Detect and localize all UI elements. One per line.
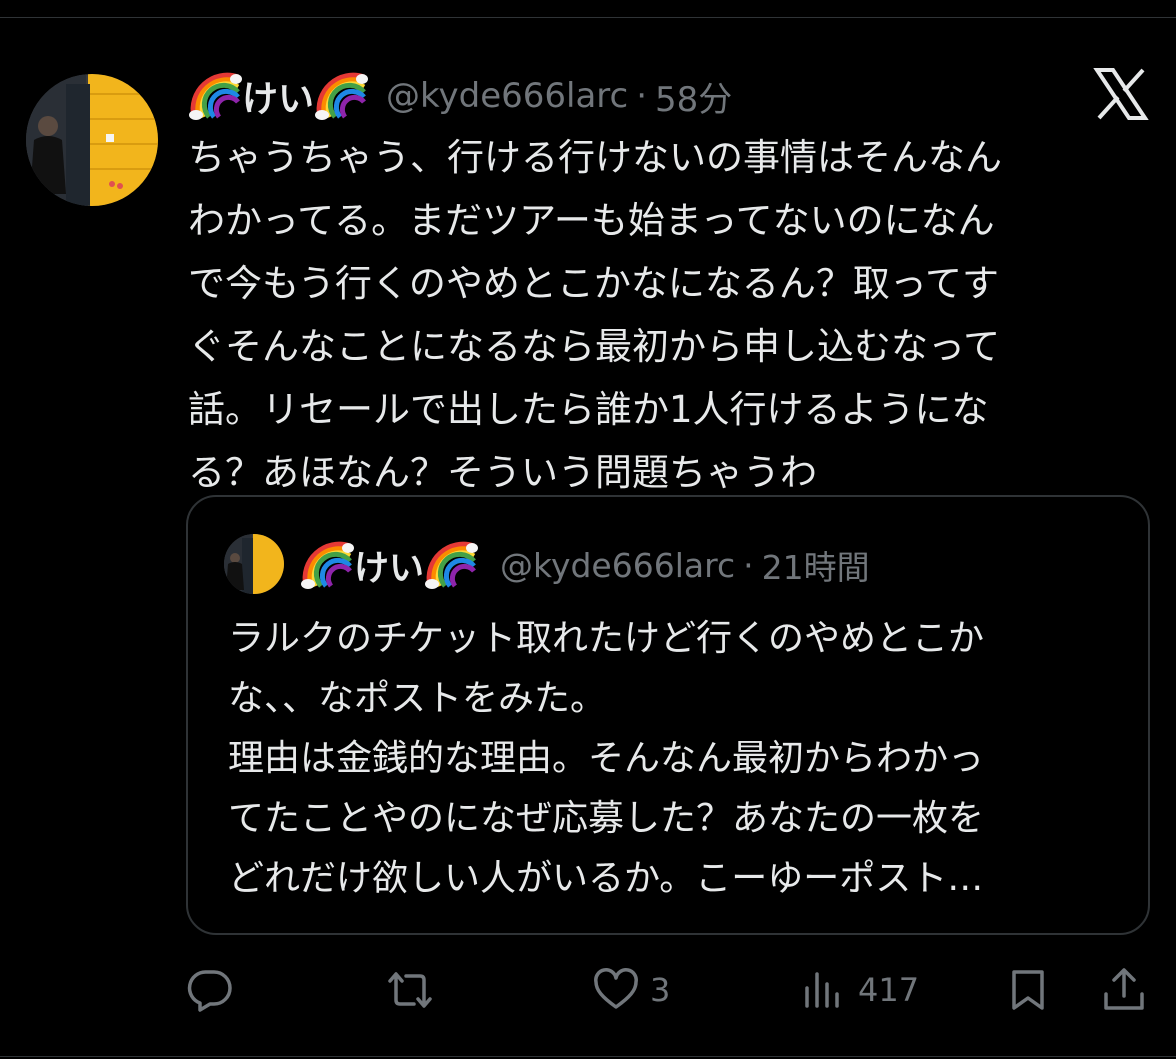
repost-icon [388,972,432,1008]
separator-dot: · [743,545,754,585]
quoted-author-avatar[interactable] [224,534,284,594]
tweet-text: ちゃうちゃう、行ける行けないの事情はそんなん わかってる。まだツアーも始まってな… [188,136,1002,494]
like-count: 3 [650,971,671,1009]
repost-button[interactable] [386,960,434,1020]
user-handle[interactable]: @kyde666larc [386,76,628,116]
rainbow-emoji-icon [424,540,479,590]
views-icon [805,972,839,1008]
top-divider [0,17,1176,18]
quoted-tweet-header: けい @kyde666larc · 21時間 [300,535,870,595]
action-bar: 3 417 [186,960,1152,1020]
display-name-text: けい [242,79,315,120]
share-button[interactable] [1100,960,1148,1020]
view-count: 417 [858,971,920,1009]
separator-dot: · [636,76,648,116]
quoted-tweet-card[interactable]: けい @kyde666larc · 21時間 ラルクのチケット取れたけど行くのや… [186,495,1150,935]
quoted-timestamp[interactable]: 21時間 [762,541,870,589]
quoted-display-name[interactable]: けい [300,540,479,591]
share-icon [1104,968,1144,1010]
bookmark-button[interactable] [1004,960,1052,1020]
tweet-header: けい @kyde666larc · 58分 [188,66,732,126]
quoted-tweet-text: ラルクのチケット取れたけど行くのやめとこか な、、なポストをみた。 理由は金銭的… [228,618,985,899]
author-avatar[interactable] [26,74,158,206]
reply-icon [187,970,232,1012]
bottom-divider [0,1056,1176,1057]
display-name[interactable]: けい [188,70,369,122]
x-logo-icon [1093,66,1149,122]
like-button[interactable]: 3 [592,960,670,1020]
rainbow-emoji-icon [300,540,354,590]
timestamp[interactable]: 58分 [655,72,732,121]
rainbow-emoji-icon [188,71,242,121]
rainbow-emoji-icon [314,71,369,121]
views-button[interactable]: 417 [800,960,919,1020]
quoted-user-handle[interactable]: @kyde666larc [500,546,735,585]
reply-button[interactable] [186,960,234,1020]
bookmark-icon [1012,970,1044,1010]
heart-icon [594,968,638,1009]
quoted-display-name-text: けい [354,548,425,589]
